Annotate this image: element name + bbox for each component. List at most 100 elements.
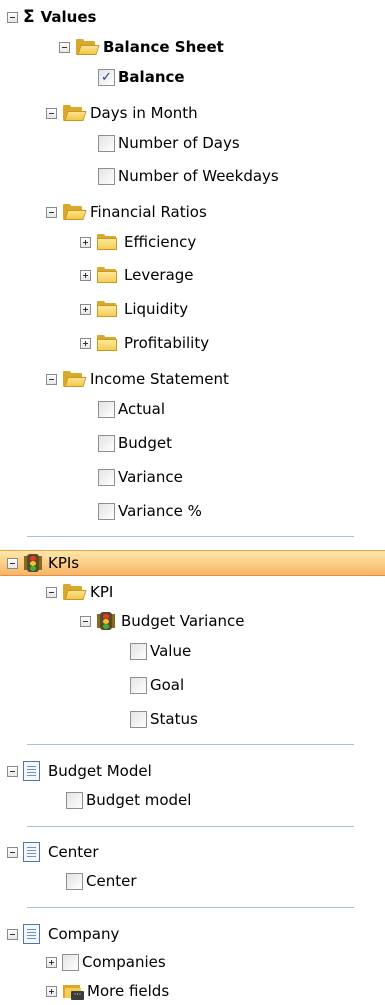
profitability-label: Profitability xyxy=(124,334,210,352)
collapse-icon[interactable] xyxy=(80,615,91,627)
field-checkbox[interactable] xyxy=(98,502,115,520)
collapse-icon[interactable] xyxy=(46,206,57,218)
table-icon xyxy=(23,761,40,781)
field-center[interactable]: Center xyxy=(66,868,137,894)
folder-efficiency[interactable]: Efficiency xyxy=(80,229,196,255)
field-checkbox[interactable] xyxy=(66,791,83,809)
table-center[interactable]: Center xyxy=(7,839,99,865)
center-field-label: Center xyxy=(86,872,137,890)
balance-checkbox[interactable]: ✓ xyxy=(98,68,115,86)
field-number-of-days[interactable]: Number of Days xyxy=(98,130,240,156)
folder-kpi[interactable]: KPI xyxy=(46,579,113,605)
table-budget-model[interactable]: Budget Model xyxy=(7,758,152,784)
number-of-weekdays-label: Number of Weekdays xyxy=(118,167,279,185)
field-goal[interactable]: Goal xyxy=(130,672,184,698)
more-fields-label: More fields xyxy=(87,982,170,1000)
separator xyxy=(27,907,354,908)
collapse-icon[interactable] xyxy=(46,586,57,598)
field-budget[interactable]: Budget xyxy=(98,430,172,456)
collapse-icon[interactable] xyxy=(7,928,18,940)
separator xyxy=(27,536,354,537)
folder-icon xyxy=(96,266,120,284)
open-folder-icon xyxy=(75,38,100,56)
status-label: Status xyxy=(150,710,198,728)
budget-variance-label: Budget Variance xyxy=(121,612,245,630)
kpi-budget-variance[interactable]: Budget Variance xyxy=(80,608,245,634)
open-folder-icon xyxy=(62,203,87,221)
expand-icon[interactable] xyxy=(80,236,91,248)
table-icon xyxy=(23,842,40,862)
table-company[interactable]: Company xyxy=(7,921,119,947)
folder-icon xyxy=(96,334,120,352)
folder-profitability[interactable]: Profitability xyxy=(80,330,209,356)
days-in-month-label: Days in Month xyxy=(90,104,198,122)
collapse-icon[interactable] xyxy=(7,557,18,569)
folder-leverage[interactable]: Leverage xyxy=(80,262,194,288)
field-value[interactable]: Value xyxy=(130,638,191,664)
folder-income-statement[interactable]: Income Statement xyxy=(46,366,229,392)
income-statement-label: Income Statement xyxy=(90,370,229,388)
field-checkbox[interactable] xyxy=(130,710,147,728)
balance-label: Balance xyxy=(118,68,185,86)
field-checkbox[interactable] xyxy=(98,434,115,452)
expand-icon[interactable] xyxy=(80,303,91,315)
folder-icon xyxy=(96,233,120,251)
field-checkbox[interactable] xyxy=(130,642,147,660)
more-fields[interactable]: ··· More fields xyxy=(46,978,169,1004)
folder-liquidity[interactable]: Liquidity xyxy=(80,296,188,322)
companies-label: Companies xyxy=(82,953,166,971)
open-folder-icon xyxy=(62,370,87,388)
collapse-icon[interactable] xyxy=(7,11,18,23)
leverage-label: Leverage xyxy=(124,266,194,284)
field-checkbox[interactable] xyxy=(66,872,83,890)
center-table-label: Center xyxy=(48,843,99,861)
field-budget-model[interactable]: Budget model xyxy=(66,787,191,813)
budget-model-field-label: Budget model xyxy=(86,791,192,809)
folder-financial-ratios[interactable]: Financial Ratios xyxy=(46,199,207,225)
balance-sheet-label: Balance Sheet xyxy=(103,38,224,56)
variance-label: Variance xyxy=(118,468,183,486)
collapse-icon[interactable] xyxy=(7,846,18,858)
company-table-label: Company xyxy=(48,925,120,943)
kpis-label: KPIs xyxy=(48,554,80,572)
collapse-icon[interactable] xyxy=(46,107,57,119)
open-folder-icon xyxy=(62,583,87,601)
collapse-icon[interactable] xyxy=(59,41,70,53)
financial-ratios-label: Financial Ratios xyxy=(90,203,207,221)
expand-icon[interactable] xyxy=(80,269,91,281)
more-fields-icon: ··· xyxy=(62,983,84,1000)
field-status[interactable]: Status xyxy=(130,706,198,732)
number-of-days-label: Number of Days xyxy=(118,134,240,152)
budget-label: Budget xyxy=(118,434,172,452)
folder-balance-sheet[interactable]: Balance Sheet xyxy=(59,34,224,60)
field-variance-pct[interactable]: Variance % xyxy=(98,498,202,524)
sigma-icon: Σ xyxy=(23,7,35,27)
field-balance[interactable]: ✓ Balance xyxy=(98,64,185,90)
field-companies[interactable]: Companies xyxy=(46,949,166,975)
table-icon xyxy=(23,924,40,944)
field-variance[interactable]: Variance xyxy=(98,464,183,490)
field-checkbox[interactable] xyxy=(62,953,79,971)
open-folder-icon xyxy=(62,104,87,122)
field-actual[interactable]: Actual xyxy=(98,396,165,422)
collapse-icon[interactable] xyxy=(46,373,57,385)
field-checkbox[interactable] xyxy=(98,468,115,486)
expand-icon[interactable] xyxy=(46,985,57,997)
values-node[interactable]: Σ Values xyxy=(7,4,96,30)
field-checkbox[interactable] xyxy=(98,400,115,418)
field-number-of-weekdays[interactable]: Number of Weekdays xyxy=(98,163,279,189)
collapse-icon[interactable] xyxy=(7,765,18,777)
variance-pct-label: Variance % xyxy=(118,502,202,520)
goal-label: Goal xyxy=(150,676,185,694)
efficiency-label: Efficiency xyxy=(124,233,197,251)
expand-icon[interactable] xyxy=(46,956,57,968)
folder-days-in-month[interactable]: Days in Month xyxy=(46,100,198,126)
field-checkbox[interactable] xyxy=(130,676,147,694)
expand-icon[interactable] xyxy=(80,337,91,349)
field-checkbox[interactable] xyxy=(98,134,115,152)
actual-label: Actual xyxy=(118,400,165,418)
field-checkbox[interactable] xyxy=(98,167,115,185)
value-label: Value xyxy=(150,642,192,660)
kpis-node[interactable]: KPIs xyxy=(7,550,79,576)
separator xyxy=(27,744,354,745)
